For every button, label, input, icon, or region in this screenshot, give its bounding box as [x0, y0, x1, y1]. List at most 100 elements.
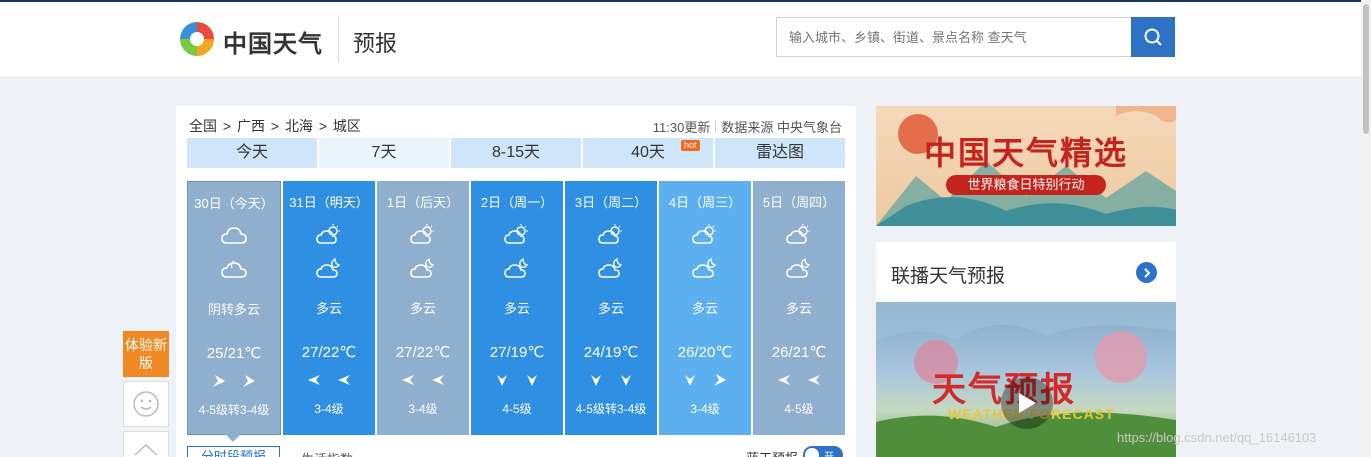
cloudy-night-icon: [220, 258, 248, 280]
feedback-button[interactable]: [123, 381, 169, 427]
breadcrumb-city[interactable]: 北海: [285, 118, 313, 134]
day-date: 2日（周一）: [480, 195, 554, 210]
brand-name[interactable]: 中国天气: [223, 24, 323, 59]
tab-7days[interactable]: 7天: [319, 138, 449, 168]
toggle-knob: [805, 448, 819, 457]
day-wind-level: 4-5级: [784, 402, 814, 416]
day-date: 4日（周三）: [668, 195, 742, 210]
wind-arrow-east-icon: [401, 373, 415, 389]
play-icon: [1019, 393, 1036, 413]
partly-cloudy-night-icon: [785, 257, 813, 279]
alarm-toggle[interactable]: 开: [803, 446, 843, 457]
partly-cloudy-night-icon: [503, 257, 531, 279]
day-temperature: 25/21℃: [206, 345, 262, 362]
wind-direction: [753, 373, 845, 389]
day-weather: 多云: [785, 301, 812, 316]
card-title: 联播天气预报: [891, 266, 1006, 287]
wind-arrow-east-icon: [337, 373, 351, 389]
day-wind-level: 3-4级: [314, 402, 344, 416]
more-button[interactable]: [1136, 262, 1157, 283]
update-time: 11:30更新: [652, 120, 711, 135]
alarm-label: 蓝天预报: [746, 448, 798, 457]
wind-arrow-north-icon: [525, 373, 539, 389]
breadcrumb-country[interactable]: 全国: [189, 118, 217, 134]
banner-title: 中国天气精选: [923, 134, 1128, 172]
wind-arrow-north-icon: [495, 373, 509, 389]
promo-banner[interactable]: 中国天气精选 世界粮食日特别行动: [876, 106, 1176, 226]
toggle-text: 开: [824, 448, 834, 457]
wind-arrow-north-icon: [619, 373, 633, 389]
wind-arrow-northeast-icon: [242, 374, 256, 390]
subtab-life-index[interactable]: 生活指数: [301, 449, 353, 457]
breadcrumb-sep: >: [318, 118, 328, 134]
logo-icon[interactable]: [176, 18, 218, 60]
tab-label: 今天: [235, 144, 268, 161]
breadcrumb-sep: >: [222, 118, 232, 134]
search-icon: [1144, 28, 1162, 46]
chevron-up-icon: [134, 443, 158, 456]
back-to-top-button[interactable]: [123, 431, 169, 457]
tab-label: 雷达图: [755, 144, 804, 161]
day-temperature: 26/21℃: [771, 344, 827, 361]
watermark: https://blog.csdn.net/qq_16146103: [1117, 430, 1317, 445]
smiley-icon: [133, 391, 159, 417]
subtab-hourly[interactable]: 分时段预报: [187, 446, 280, 457]
day-card[interactable]: 3日（周二） 多云 24/19℃ 4-5级转3-4级: [565, 181, 657, 435]
day-card[interactable]: 5日（周四） 多云 26/21℃ 4-5级: [753, 181, 845, 435]
day-card[interactable]: 31日（明天） 多云 27/22℃ 3-4级: [283, 181, 375, 435]
wind-direction: [377, 373, 469, 389]
banner-ribbon: 世界粮食日特别行动: [946, 175, 1106, 195]
tab-radar[interactable]: 雷达图: [715, 138, 845, 168]
wind-direction: [283, 373, 375, 389]
wind-direction: [471, 373, 563, 389]
day-weather: 多云: [315, 301, 342, 316]
tab-40days[interactable]: 40天 hot: [583, 138, 713, 168]
search-input[interactable]: [776, 17, 1132, 57]
wind-direction: [188, 374, 280, 390]
wind-arrow-east-icon: [431, 373, 445, 389]
day-weather: 多云: [503, 301, 530, 316]
wind-arrow-north-icon: [683, 373, 697, 389]
breadcrumb-province[interactable]: 广西: [237, 118, 265, 134]
video-forecast-card: 联播天气预报 天气预报 WEATHER FORECAST: [876, 242, 1176, 457]
day-card[interactable]: 4日（周三） 多云 26/20℃ 3-4级: [659, 181, 751, 435]
seven-day-forecast: 30日（今天） 阴转多云 25/21℃ 4-5级转3-4级 31日（明天） 多云 27/22…: [187, 181, 845, 442]
day-temperature: 27/22℃: [395, 344, 451, 361]
partly-cloudy-icon: [315, 223, 343, 245]
day-date: 3日（周二）: [574, 195, 648, 210]
data-source: 数据来源 中央气象台: [721, 120, 842, 135]
day-date: 31日（明天）: [289, 195, 369, 210]
meta-divider: [715, 121, 717, 133]
partly-cloudy-night-icon: [597, 257, 625, 279]
hot-badge: hot: [681, 140, 700, 151]
tab-today[interactable]: 今天: [187, 138, 317, 168]
wind-arrow-north-icon: [589, 373, 603, 389]
partly-cloudy-icon: [691, 223, 719, 245]
chevron-right-icon: [1143, 267, 1150, 278]
day-weather: 阴转多云: [207, 302, 260, 317]
day-date: 30日（今天）: [194, 196, 274, 211]
tab-8-15days[interactable]: 8-15天: [451, 138, 581, 168]
day-card[interactable]: 1日（后天） 多云 27/22℃ 3-4级: [377, 181, 469, 435]
search-button[interactable]: [1131, 17, 1175, 57]
selected-caret: [225, 434, 241, 442]
day-weather: 多云: [597, 301, 624, 316]
page-scrollbar[interactable]: [1361, 0, 1371, 457]
day-card[interactable]: 30日（今天） 阴转多云 25/21℃ 4-5级转3-4级: [187, 181, 281, 442]
day-card[interactable]: 2日（周一） 多云 27/19℃ 4-5级: [471, 181, 563, 435]
wind-direction: [565, 373, 657, 389]
try-new-version-button[interactable]: 体验新版: [123, 331, 169, 377]
day-weather: 多云: [691, 301, 718, 316]
wind-arrow-east-icon: [807, 373, 821, 389]
section-title: 预报: [353, 31, 398, 56]
update-meta: 11:30更新 数据来源 中央气象台: [653, 117, 842, 136]
header-divider: [338, 16, 339, 62]
scrollbar-thumb[interactable]: [1363, 4, 1369, 134]
partly-cloudy-night-icon: [691, 257, 719, 279]
day-wind-level: 3-4级: [408, 402, 438, 416]
cloudy-icon: [220, 224, 248, 246]
day-wind-level: 4-5级: [502, 402, 532, 416]
play-button[interactable]: [1001, 377, 1053, 429]
breadcrumb-district: 城区: [332, 118, 361, 134]
day-temperature: 24/19℃: [583, 344, 639, 361]
